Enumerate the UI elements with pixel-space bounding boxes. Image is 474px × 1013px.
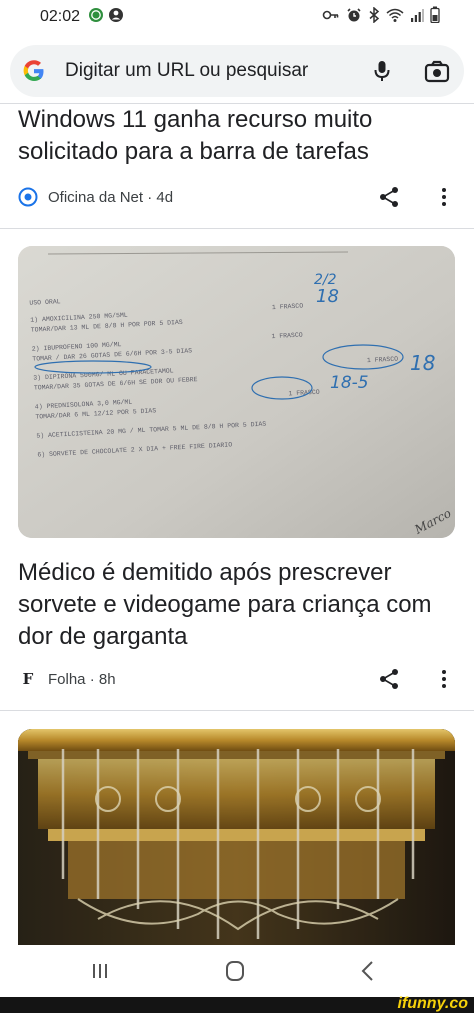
source-label: Oficina da Net · 4d (48, 188, 174, 206)
article-image-quantum[interactable] (18, 729, 455, 945)
alarm-icon (346, 7, 362, 28)
whatsapp-icon (88, 7, 104, 28)
status-bar: 02:02 (0, 0, 474, 36)
article-title[interactable]: Médico é demitido após prescrever sorvet… (18, 557, 458, 653)
folha-logo-icon: F (18, 669, 38, 689)
recents-icon[interactable] (90, 961, 110, 981)
folha-logo-letter: F (22, 670, 34, 688)
account-icon (108, 7, 124, 28)
status-right-icons (322, 5, 440, 28)
google-g-icon (20, 57, 48, 85)
home-icon[interactable] (223, 959, 247, 983)
article-source[interactable]: Oficina da Net · 4d (18, 185, 173, 209)
share-icon[interactable] (378, 186, 400, 208)
search-placeholder: Digitar um URL ou pesquisar (65, 60, 309, 81)
article-title[interactable]: Windows 11 ganha recurso muito solicitad… (18, 104, 458, 168)
back-icon[interactable] (358, 959, 378, 983)
battery-icon (430, 6, 440, 28)
bluetooth-icon (368, 5, 380, 28)
key-icon (322, 8, 340, 27)
wifi-icon (386, 7, 404, 28)
system-nav-bar (0, 945, 474, 997)
more-options-icon[interactable] (434, 186, 454, 208)
source-label: Folha · 8h (48, 670, 116, 688)
lens-icon[interactable] (423, 58, 451, 86)
status-time: 02:02 (40, 8, 81, 25)
oficina-da-net-logo-icon (18, 187, 38, 207)
rx-handwriting: 18 (316, 286, 339, 307)
rx-handwriting: 18-5 (330, 373, 369, 393)
status-left-icons (88, 7, 124, 28)
article-image-prescription[interactable]: USO ORAL 1) AMOXICILINA 250 MG/5ML TOMAR… (18, 246, 455, 538)
article-source[interactable]: F Folha · 8h (18, 667, 116, 691)
address-bar[interactable]: Digitar um URL ou pesquisar (10, 45, 464, 97)
rx-handwriting: 18 (410, 351, 435, 375)
ifunny-watermark: ifunny.co (397, 995, 468, 1012)
share-icon[interactable] (378, 668, 400, 690)
signal-icon (410, 7, 424, 28)
mic-icon[interactable] (368, 57, 396, 85)
card-divider (0, 228, 474, 229)
card-divider (0, 710, 474, 711)
more-options-icon[interactable] (434, 668, 454, 690)
